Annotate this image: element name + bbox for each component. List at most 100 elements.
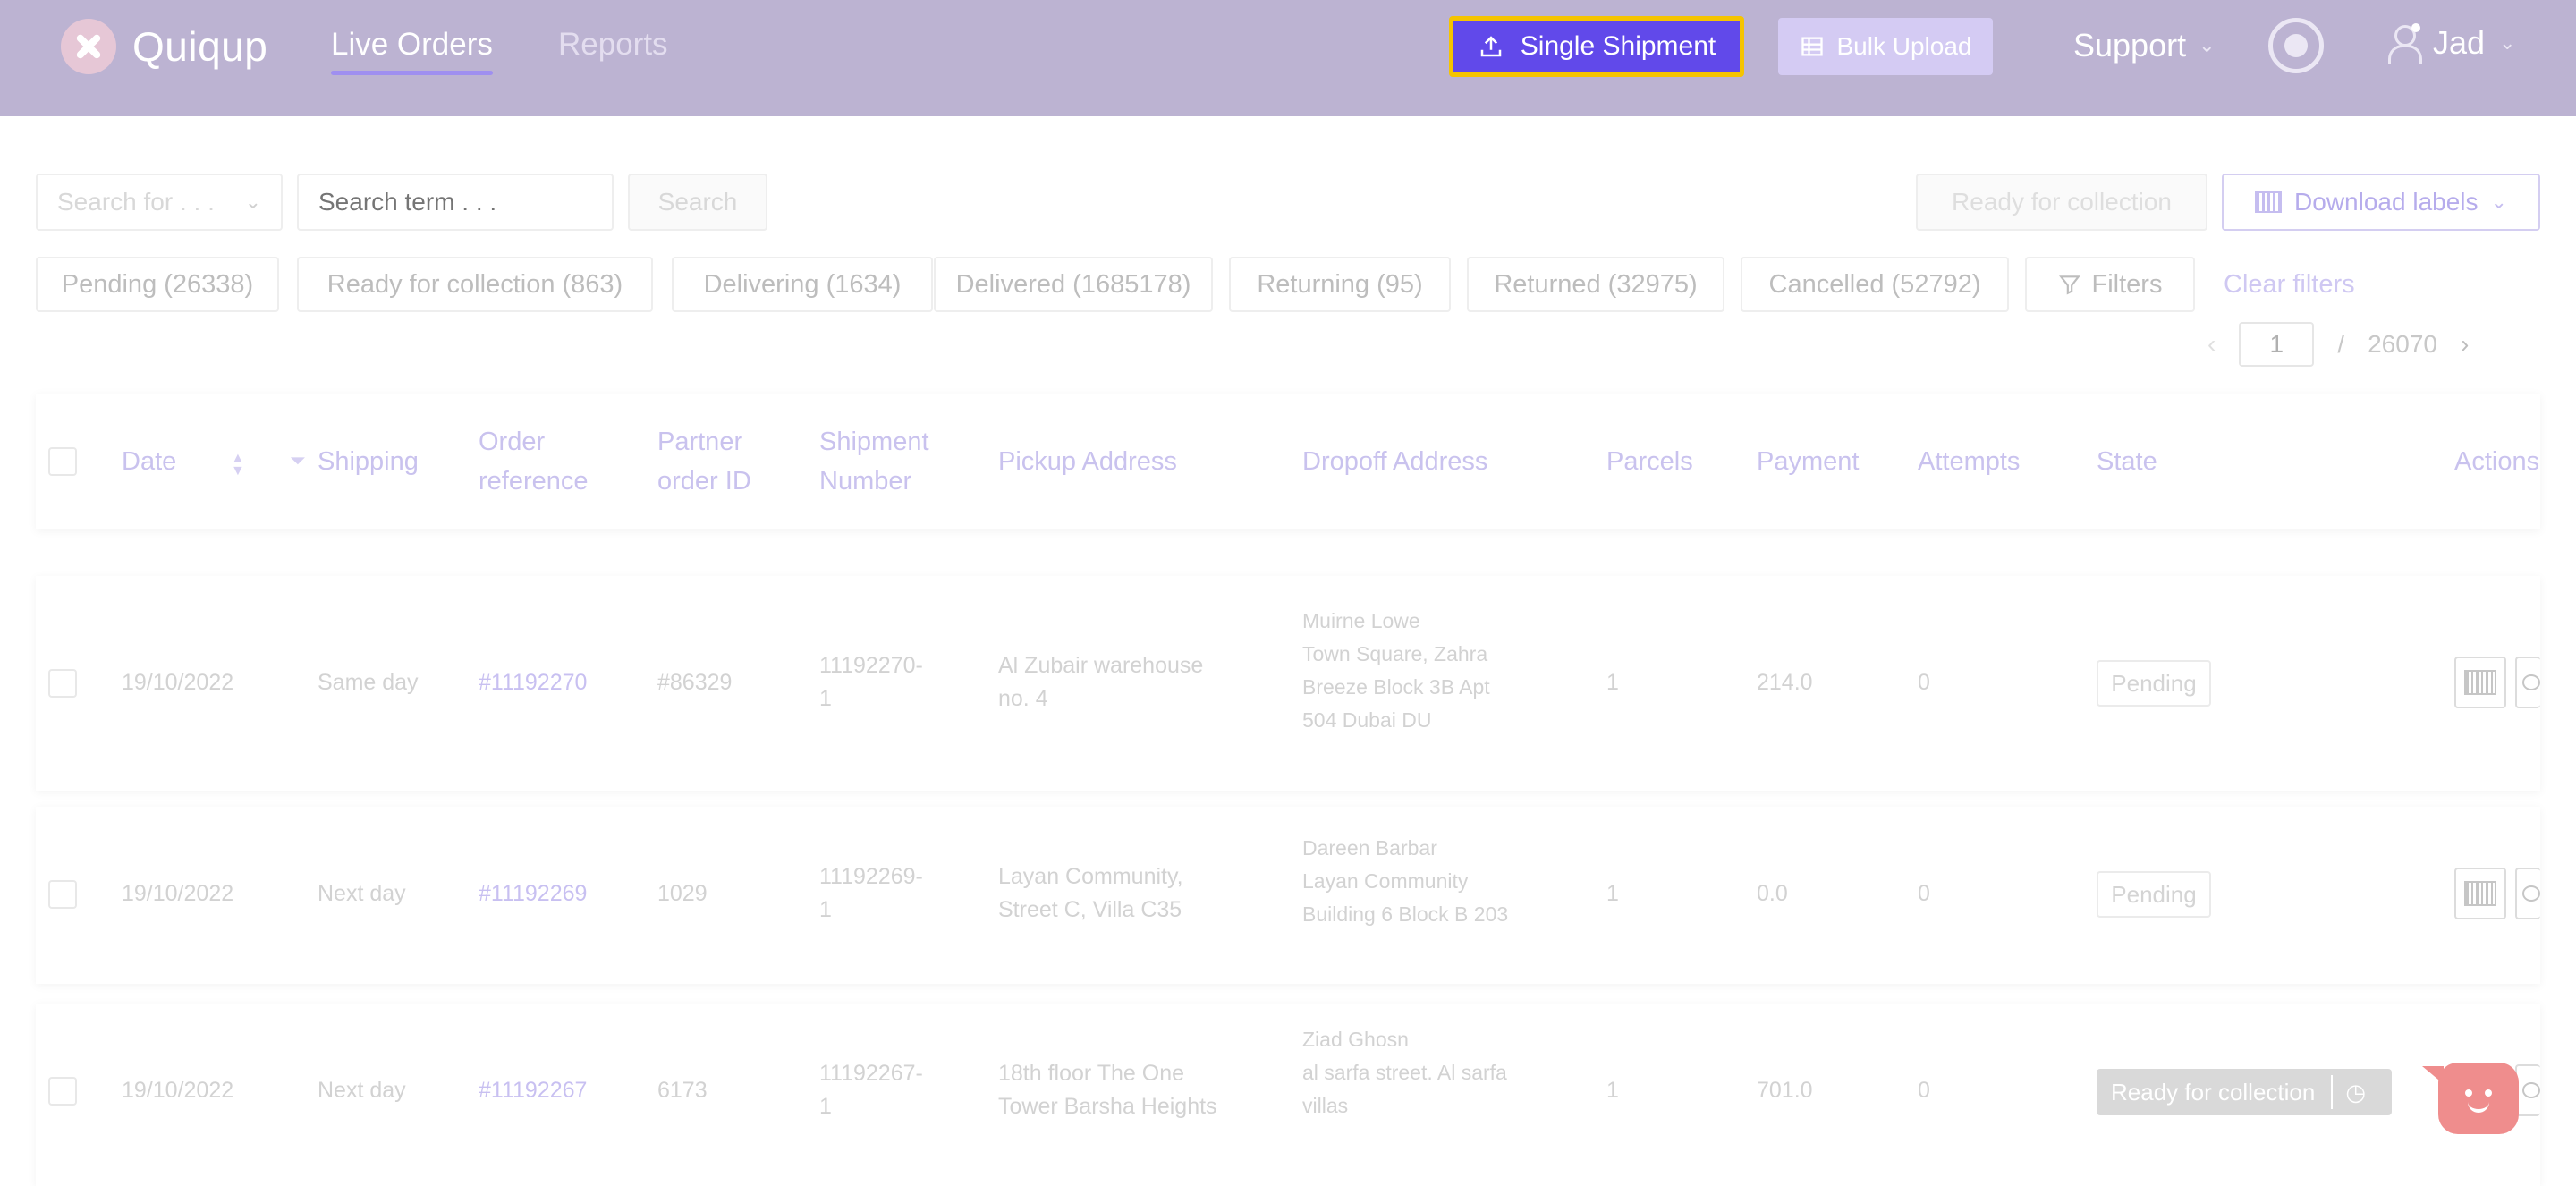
status-badge: Ready for collection ◷: [2097, 1069, 2392, 1115]
barcode-icon: [2464, 670, 2496, 695]
previous-page-icon[interactable]: ‹: [2207, 330, 2216, 359]
filters-button[interactable]: Filters: [2025, 257, 2195, 312]
chat-eye-right: [2485, 1089, 2492, 1097]
row-shipment-number: 11192267- 1: [819, 1061, 923, 1119]
chevron-down-icon: ⌄: [2499, 31, 2516, 54]
chevron-down-icon: ⌄: [244, 191, 261, 213]
ready-for-collection-button[interactable]: Ready for collection: [1916, 174, 2207, 231]
whatsapp-icon[interactable]: [2268, 18, 2324, 73]
user-menu[interactable]: Jad ⌄: [2386, 23, 2516, 64]
order-reference-link[interactable]: #11192270: [479, 666, 587, 699]
chat-widget-icon[interactable]: [2422, 1063, 2519, 1134]
row-checkbox[interactable]: [48, 880, 77, 909]
filter-icon: [2058, 275, 2080, 295]
row-date: 19/10/2022: [122, 1078, 234, 1103]
pagination: ‹ 1 / 26070 ›: [2207, 322, 2469, 367]
table-row[interactable]: 19/10/2022 Same day #11192270 #86329 111…: [36, 576, 2540, 791]
search-for-placeholder: Search for . . .: [57, 188, 215, 216]
download-labels-button[interactable]: Download labels ⌄: [2222, 174, 2540, 231]
header-order-reference: Order reference: [479, 428, 589, 496]
order-reference-link[interactable]: #11192267: [479, 1074, 587, 1107]
header-date[interactable]: Date: [122, 442, 176, 481]
row-attempts: 0: [1918, 670, 1930, 695]
row-partner-order-id: 6173: [657, 1078, 708, 1103]
bulk-upload-label: Bulk Upload: [1836, 32, 1972, 60]
table-header: Date ▲ ▼ ⏷ Shipping Order reference Partne…: [36, 394, 2540, 529]
filter-chip-delivering[interactable]: Delivering (1634): [672, 257, 933, 312]
barcode-icon: [2464, 881, 2496, 906]
row-shipping: Next day: [318, 1078, 406, 1103]
eye-icon: [2522, 674, 2540, 690]
header-partner-order-id: Partner order ID: [657, 428, 751, 496]
row-dropoff-address: Dareen Barbar Layan Community Building 6 B…: [1302, 836, 1509, 926]
header-state: State: [2097, 447, 2157, 476]
chat-eye-left: [2465, 1089, 2472, 1097]
search-button[interactable]: Search: [628, 174, 767, 231]
filter-chip-ready-for-collection[interactable]: Ready for collection (863): [297, 257, 653, 312]
row-partner-order-id: 1029: [657, 881, 708, 906]
row-pickup-address: Al Zubair warehouse no. 4: [998, 653, 1204, 711]
row-attempts: 0: [1918, 1078, 1930, 1103]
row-shipment-number: 11192270- 1: [819, 653, 923, 711]
date-filter-icon[interactable]: ⏷: [290, 449, 306, 472]
row-date: 19/10/2022: [122, 670, 234, 695]
total-pages: 26070: [2368, 330, 2437, 358]
support-menu[interactable]: Support ⌄: [2073, 27, 2216, 64]
row-pickup-address: Layan Community, Street C, Villa C35: [998, 864, 1183, 922]
filters-label: Filters: [2091, 269, 2163, 299]
quiqup-logo[interactable]: Quiqup: [61, 19, 267, 74]
view-order-button[interactable]: [2515, 868, 2540, 919]
row-payment: 701.0: [1757, 1078, 1813, 1103]
row-shipping: Next day: [318, 881, 406, 906]
chevron-down-icon: ⌄: [2490, 191, 2507, 213]
print-label-button[interactable]: [2454, 657, 2506, 708]
order-reference-link[interactable]: #11192269: [479, 877, 587, 911]
header-parcels: Parcels: [1606, 447, 1693, 476]
barcode-icon: [2255, 191, 2283, 213]
view-order-button[interactable]: [2515, 1064, 2540, 1116]
badge-divider: [2331, 1075, 2334, 1109]
user-icon: [2386, 23, 2422, 64]
status-badge: Pending: [2097, 871, 2211, 918]
filter-chip-returned[interactable]: Returned (32975): [1467, 257, 1724, 312]
filter-chip-delivered[interactable]: Delivered (1685178): [934, 257, 1213, 312]
clear-filters-link[interactable]: Clear filters: [2224, 270, 2355, 300]
search-term-input[interactable]: [297, 174, 614, 231]
row-payment: 214.0: [1757, 670, 1813, 695]
status-label: Ready for collection: [2111, 1078, 2316, 1106]
sort-icon[interactable]: ▲ ▼: [231, 452, 245, 479]
row-checkbox[interactable]: [48, 669, 77, 698]
header-shipment-number: Shipment Number: [819, 428, 929, 496]
table-row[interactable]: 19/10/2022 Next day #11192269 1029 11192…: [36, 807, 2540, 984]
clock-icon[interactable]: ◷: [2345, 1079, 2366, 1106]
row-parcels: 1: [1606, 670, 1619, 695]
table-row[interactable]: 19/10/2022 Next day #11192267 6173 11192…: [36, 1004, 2540, 1186]
row-shipment-number: 11192269- 1: [819, 864, 923, 922]
row-parcels: 1: [1606, 881, 1619, 906]
filter-chip-cancelled[interactable]: Cancelled (52792): [1741, 257, 2009, 312]
chevron-down-icon: ⌄: [2199, 34, 2216, 56]
header-actions: Actions: [2454, 447, 2540, 476]
tab-live-orders[interactable]: Live Orders: [331, 27, 493, 75]
eye-icon: [2522, 885, 2540, 902]
row-dropoff-address: Ziad Ghosn al sarfa street. Al sarfa villa…: [1302, 1028, 1507, 1117]
row-parcels: 1: [1606, 1078, 1619, 1103]
support-label: Support: [2073, 27, 2187, 64]
user-name: Jad: [2433, 24, 2486, 61]
bulk-upload-button[interactable]: Bulk Upload: [1778, 18, 1993, 75]
search-for-select[interactable]: Search for . . . ⌄: [36, 174, 283, 231]
top-navigation-bar: Quiqup Live Orders Reports Single Shipme…: [0, 0, 2576, 116]
view-order-button[interactable]: [2515, 657, 2540, 708]
header-payment: Payment: [1757, 447, 1860, 476]
single-shipment-button[interactable]: Single Shipment: [1449, 16, 1744, 77]
tab-reports[interactable]: Reports: [558, 27, 668, 63]
filter-chip-pending[interactable]: Pending (26338): [36, 257, 279, 312]
page-number-input[interactable]: 1: [2239, 322, 2315, 367]
select-all-checkbox[interactable]: [48, 447, 77, 476]
next-page-icon[interactable]: ›: [2461, 330, 2469, 359]
row-checkbox[interactable]: [48, 1077, 77, 1106]
eye-icon: [2522, 1082, 2540, 1098]
print-label-button[interactable]: [2454, 868, 2506, 919]
filter-chip-returning[interactable]: Returning (95): [1229, 257, 1451, 312]
status-badge: Pending: [2097, 660, 2211, 707]
